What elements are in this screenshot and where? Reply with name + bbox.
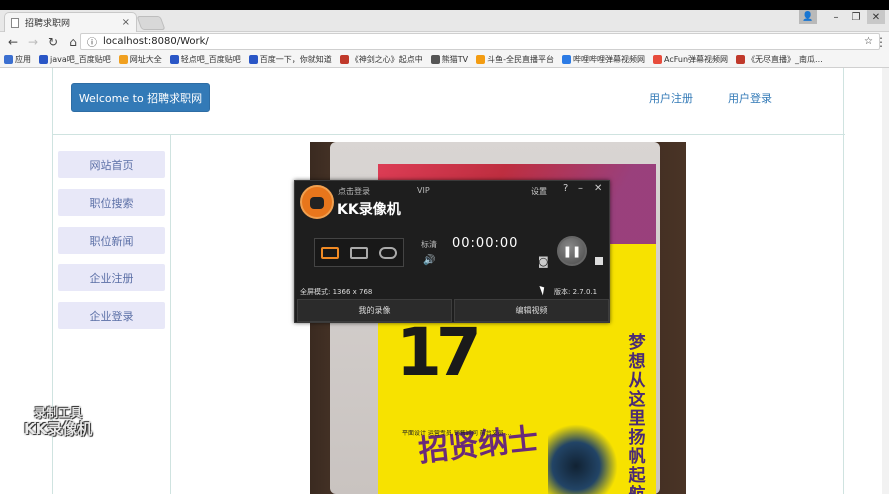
gamepad-mode-icon[interactable] [379, 246, 398, 259]
edit-video-button[interactable]: 编辑视频 [454, 299, 609, 322]
page-icon [11, 17, 19, 28]
brand-button[interactable]: Welcome to 招聘求职网 [71, 83, 210, 112]
page-scrollbar[interactable] [882, 68, 889, 494]
sidebar-nav: 网站首页 职位搜索 职位新闻 企业注册 企业登录 [53, 135, 171, 494]
bookmark-item[interactable]: 熊猫TV [430, 54, 469, 65]
browser-tabstrip: 招聘求职网 × 👤 – ❐ ✕ [0, 10, 889, 32]
new-tab-button[interactable] [136, 16, 166, 30]
bookmark-label: AcFun弹幕视频网 [664, 55, 729, 64]
bookmark-item[interactable]: 《神剑之心》起点中 [339, 54, 423, 65]
bookmark-label: 百度一下，你就知道 [259, 55, 332, 64]
bookmark-favicon-icon [653, 55, 663, 64]
bookmark-favicon-icon [118, 55, 128, 64]
bookmark-favicon-icon [430, 55, 440, 64]
bookmark-favicon-icon [39, 55, 48, 64]
url-text[interactable]: localhost:8080/Work/ [103, 36, 858, 47]
bookmark-label: java吧_百度贴吧 [50, 55, 111, 64]
screen-top-strip [0, 0, 889, 10]
recorder-watermark: 录制工具 KK录像机 [24, 405, 92, 437]
forward-arrow-icon[interactable]: → [26, 35, 40, 49]
kk-close-icon[interactable]: ✕ [594, 183, 602, 194]
window-controls: 👤 – ❐ ✕ [799, 10, 885, 24]
bookmarks-bar: 应用 java吧_百度贴吧 网址大全 轻点吧_百度贴吧 百度一下，你就知道 《神剑之心》起… [0, 52, 889, 68]
bookmark-label: 《无尽直播》_南瓜... [747, 55, 823, 64]
bookmark-label: 斗鱼-全民直播平台 [487, 55, 555, 64]
reload-icon[interactable]: ↻ [46, 35, 60, 49]
tab-title: 招聘求职网 [25, 19, 71, 29]
kk-app-name: KK录像机 [337, 202, 401, 218]
sidebar-item-company-login[interactable]: 企业登录 [58, 302, 165, 329]
close-window-button[interactable]: ✕ [867, 10, 885, 24]
bookmark-favicon-icon [339, 55, 349, 64]
bookmark-favicon-icon [476, 55, 486, 64]
url-bar[interactable]: ⓘ localhost:8080/Work/ ☆ [80, 33, 880, 50]
bookmark-item[interactable]: 轻点吧_百度贴吧 [169, 54, 241, 65]
kk-help-icon[interactable]: ? [563, 183, 568, 194]
screen-mode-icon[interactable] [320, 246, 339, 259]
bookmark-label: 熊猫TV [441, 55, 469, 64]
maximize-button[interactable]: ❐ [847, 10, 865, 24]
bookmark-item[interactable]: 百度一下，你就知道 [248, 54, 332, 65]
bookmark-favicon-icon [169, 55, 179, 64]
address-bar-row: ← → ↻ ⌂ ⓘ localhost:8080/Work/ ☆ ⋮ [0, 32, 889, 52]
kk-recorder-window: 点击登录 VIP 设置 ? – ✕ KK录像机 标清 🔊 00:00:00 ◙ … [294, 180, 610, 323]
kk-bottom-buttons: 我的录像 编辑视频 [297, 299, 609, 322]
info-icon[interactable]: ⓘ [87, 34, 97, 49]
menu-icon[interactable]: ⋮ [874, 35, 888, 49]
watermark-line-1: 录制工具 [34, 406, 83, 420]
bookmark-favicon-icon [736, 55, 746, 64]
kk-record-button[interactable]: ❚❚ [557, 236, 587, 266]
kk-login-link[interactable]: 点击登录 [338, 186, 370, 197]
bookmark-item[interactable]: AcFun弹幕视频网 [653, 54, 728, 65]
bookmark-item[interactable]: java吧_百度贴吧 [39, 54, 111, 65]
poster-fine-print: 平面设计 运营专员 销售顾问 前台文员 ... [402, 430, 512, 437]
login-link[interactable]: 用户登录 [728, 90, 772, 106]
register-link[interactable]: 用户注册 [649, 90, 693, 106]
poster-big-text: 17 [396, 314, 482, 391]
mouse-cursor-icon [539, 284, 547, 296]
bookmark-star-icon[interactable]: ☆ [864, 36, 873, 47]
user-icon[interactable]: 👤 [799, 10, 817, 24]
kk-settings-link[interactable]: 设置 [531, 186, 547, 197]
kk-stop-icon[interactable] [595, 257, 603, 265]
kk-minimize-icon[interactable]: – [578, 183, 583, 194]
kk-mode-selector [314, 238, 404, 267]
sidebar-item-company-register[interactable]: 企业注册 [58, 264, 165, 291]
volume-icon[interactable]: 🔊 [423, 255, 435, 266]
bookmark-item[interactable]: 《无尽直播》_南瓜... [736, 54, 823, 65]
bookmark-label: 网址大全 [129, 55, 162, 64]
sidebar-item-job-news[interactable]: 职位新闻 [58, 227, 165, 254]
window-mode-icon[interactable] [349, 246, 368, 259]
kk-version: 版本: 2.7.0.1 [554, 288, 598, 296]
bookmark-favicon-icon [4, 55, 13, 64]
bookmark-item[interactable]: 哔哩哔哩弹幕视频网 [562, 54, 645, 65]
watermark-line-2: KK录像机 [24, 420, 93, 438]
bookmark-label: 应用 [15, 55, 31, 64]
minimize-button[interactable]: – [827, 10, 845, 24]
bookmark-item[interactable]: 网址大全 [118, 54, 162, 65]
kk-mode-status: 全屏模式: 1366 x 768 [300, 288, 373, 296]
my-recordings-button[interactable]: 我的录像 [297, 299, 452, 322]
bookmark-item[interactable]: 斗鱼-全民直播平台 [476, 54, 554, 65]
home-icon[interactable]: ⌂ [66, 35, 80, 49]
kk-logo-icon [300, 185, 334, 219]
back-arrow-icon[interactable]: ← [6, 35, 20, 49]
kk-quality-select[interactable]: 标清 [421, 239, 437, 250]
poster-vertical-slogan: 梦想从这里扬帆起航 [628, 333, 646, 494]
tab-close-icon[interactable]: × [122, 17, 130, 28]
sidebar-item-job-search[interactable]: 职位搜索 [58, 189, 165, 216]
bookmark-favicon-icon [562, 55, 572, 64]
browser-tab[interactable]: 招聘求职网 × [4, 12, 137, 32]
sidebar-item-home[interactable]: 网站首页 [58, 151, 165, 178]
bookmark-item[interactable]: 应用 [4, 54, 31, 65]
bookmark-label: 哔哩哔哩弹幕视频网 [573, 55, 646, 64]
bookmark-label: 轻点吧_百度贴吧 [180, 55, 241, 64]
camera-icon[interactable]: ◙ [538, 255, 549, 268]
kk-vip-link[interactable]: VIP [417, 186, 430, 195]
kk-timer: 00:00:00 [452, 236, 519, 251]
bookmark-label: 《神剑之心》起点中 [350, 55, 423, 64]
bookmark-favicon-icon [248, 55, 258, 64]
site-header: Welcome to 招聘求职网 用户注册 用户登录 [53, 68, 845, 135]
